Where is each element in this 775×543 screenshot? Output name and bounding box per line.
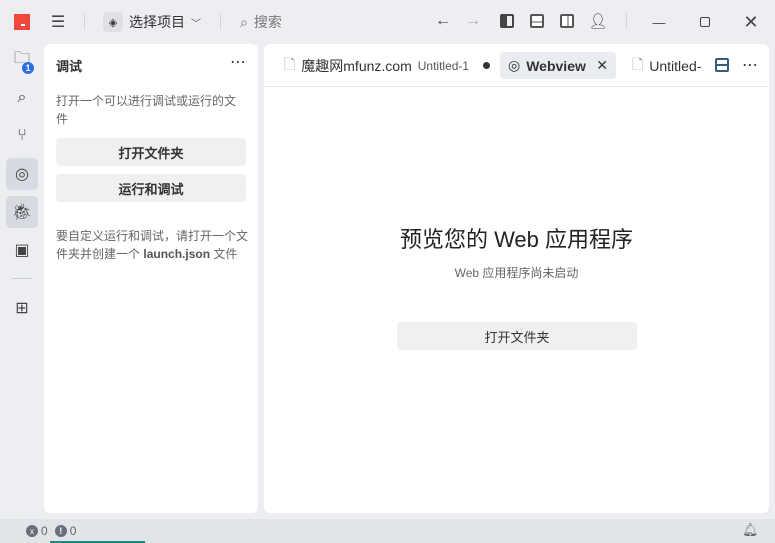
forward-icon[interactable]: → [464,12,482,30]
back-icon[interactable]: ← [434,12,452,30]
divider [12,278,32,279]
debug-sidebar: 调试 ⋯ 打开一个可以进行调试或运行的文件 打开文件夹 运行和调试 要自定义运行… [44,44,258,513]
file-icon: 🗋︎ [632,55,644,72]
tab-label: 魔趣网mfunz.com [301,57,412,74]
more-actions-icon[interactable]: ⋯ [230,52,246,72]
search-icon[interactable]: ⌕ [6,82,38,114]
tab-mfunz[interactable]: 🗋︎ 魔趣网mfunz.com Untitled-1 [276,52,498,79]
hint-suffix: 文件 [213,247,238,261]
sidebar-description: 打开一个可以进行调试或运行的文件 [56,94,237,126]
source-control-icon[interactable]: ⑂ [6,120,38,152]
app-logo [14,14,30,30]
open-folder-button[interactable]: 打开文件夹 [56,138,246,166]
extensions-icon[interactable]: ⊞ [6,292,38,324]
toggle-sidebar-icon[interactable] [500,14,514,28]
webview-icon: ◎ [508,57,521,73]
toggle-panel-icon[interactable] [530,14,544,28]
chevron-down-icon: ﹀ [191,18,201,30]
menu-icon[interactable]: ☰ [48,12,68,32]
explorer-icon[interactable]: 🗀︎ 1 [6,44,38,76]
maximize-button[interactable] [691,10,719,34]
tab-detail: Untitled-1 [417,58,470,73]
tab-label: Untitled- [649,57,702,74]
split-editor-icon[interactable] [715,58,729,72]
debug-icon[interactable]: 🐞︎ [6,196,38,228]
error-icon: x [26,525,38,537]
account-icon[interactable]: 👤︎ [588,12,607,30]
editor-more-icon[interactable]: ⋯ [742,55,758,75]
layers-icon: ◈ [103,12,123,32]
webview-icon[interactable]: ◎ [6,158,38,190]
explorer-badge: 1 [22,62,34,74]
warning-icon: ! [54,525,67,537]
sidebar-title: 调试 [56,59,83,74]
error-count: 0 [41,524,48,538]
minimize-button[interactable]: — [645,10,673,34]
search-placeholder: 搜索 [253,14,282,30]
search-input[interactable]: ⌕ 搜索 [240,12,282,32]
problems-indicator[interactable]: x0 ! 0 [26,524,76,538]
search-icon: ⌕ [240,13,248,30]
launch-hint: 要自定义运行和调试，请打开一个文件夹并创建一个 launch.json 文件 [56,227,252,263]
project-selector[interactable]: ◈ 选择项目 ﹀ [103,11,201,33]
launch-json-link[interactable]: launch.json [143,247,210,261]
project-label: 选择项目 [129,14,185,30]
webview-open-folder-button[interactable]: 打开文件夹 [397,322,637,350]
webview-title: 预览您的 Web 应用程序 [399,227,634,252]
toggle-secondary-sidebar-icon[interactable] [560,14,574,28]
tab-label: Webview [526,57,586,74]
webview-subtitle: Web 应用程序尚未启动 [454,266,579,280]
notifications-bell-icon[interactable]: 🔔︎ [742,522,759,538]
tab-untitled[interactable]: 🗋︎ Untitled- [624,52,709,79]
file-icon: 🗋︎ [284,55,296,72]
close-tab-icon[interactable]: ✕ [596,57,608,74]
run-and-debug-button[interactable]: 运行和调试 [56,174,246,202]
tab-webview[interactable]: ◎ Webview ✕ [500,52,616,79]
close-button[interactable]: ✕ [737,10,765,34]
warning-count: 0 [69,524,77,538]
status-bar: x0 ! 0 🔔︎ [0,519,775,543]
remote-display-icon[interactable]: ▣ [6,234,38,266]
dirty-indicator-icon[interactable] [483,62,491,69]
